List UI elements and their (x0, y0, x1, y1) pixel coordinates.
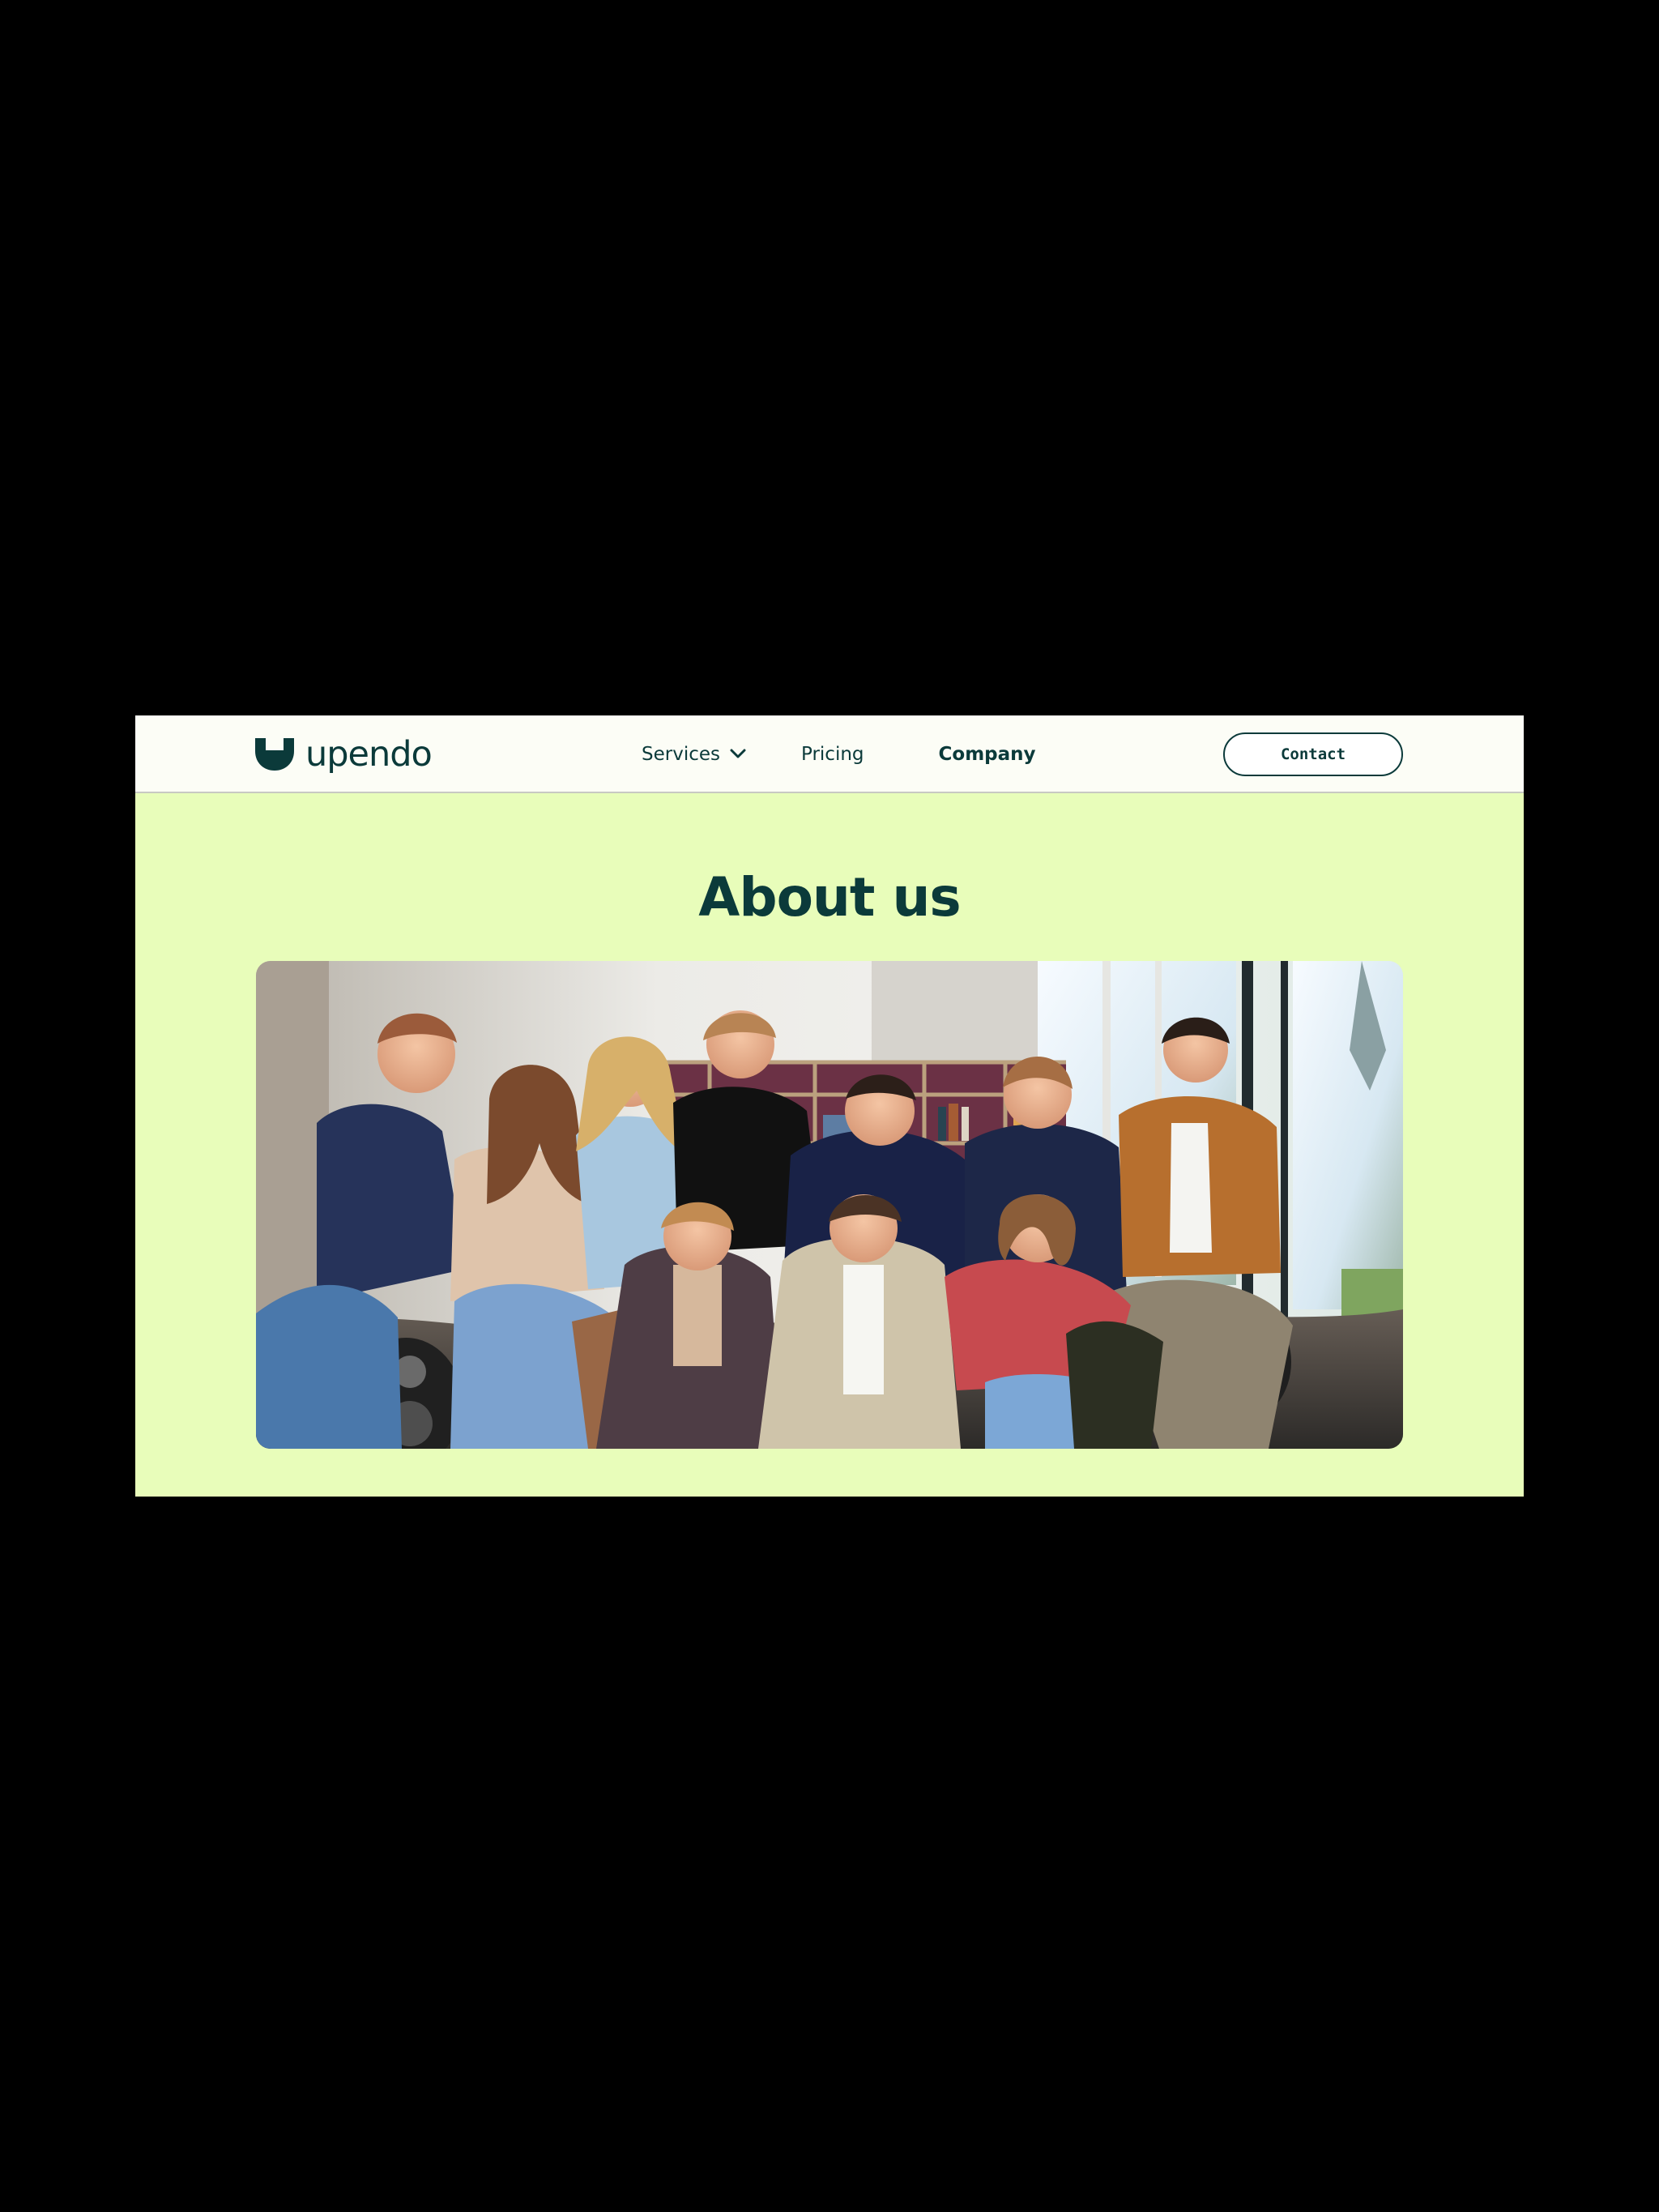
brand-logo-link[interactable]: upendo (255, 733, 433, 775)
nav-item-pricing[interactable]: Pricing (801, 742, 864, 767)
top-navigation: upendo Services Pricing Company Contact (135, 715, 1524, 793)
primary-menu: Services Pricing Company (642, 715, 1036, 793)
nav-item-label: Company (938, 744, 1036, 765)
team-group-photo (256, 961, 1403, 1449)
nav-item-label: Services (642, 744, 720, 765)
nav-item-label: Pricing (801, 744, 864, 765)
site-frame: upendo Services Pricing Company Contact … (135, 715, 1524, 1497)
nav-item-services[interactable]: Services (642, 742, 746, 767)
chevron-down-icon (730, 749, 746, 758)
brand-name: upendo (305, 734, 433, 775)
contact-button[interactable]: Contact (1223, 732, 1403, 776)
upendo-u-mark-icon (255, 738, 294, 771)
nav-item-company[interactable]: Company (939, 742, 1036, 767)
page-title: About us (698, 866, 961, 929)
